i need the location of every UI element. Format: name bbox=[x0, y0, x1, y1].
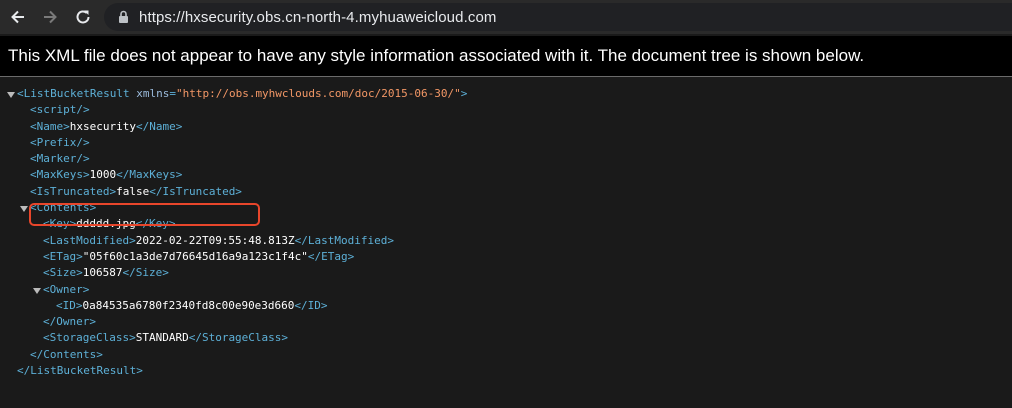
forward-button[interactable] bbox=[38, 5, 62, 29]
xml-row-contents-close: </Contents> bbox=[30, 347, 103, 361]
xml-row-istruncated: <IsTruncated>false</IsTruncated> bbox=[30, 184, 242, 198]
xml-row-lastmodified: <LastModified>2022-02-22T09:55:48.813Z</… bbox=[43, 233, 395, 247]
xml-row-id: <ID>0a84535a6780f2340fd8c00e90e3d660</ID… bbox=[56, 298, 328, 312]
xml-row-marker: <Marker/> bbox=[30, 152, 90, 166]
reload-icon bbox=[76, 10, 90, 24]
xml-row-storageclass: <StorageClass>STANDARD</StorageClass> bbox=[43, 331, 289, 345]
key-highlight-box bbox=[29, 203, 260, 226]
xml-row-size: <Size>106587</Size> bbox=[43, 266, 169, 280]
xml-row-prefix: <Prefix/> bbox=[30, 135, 90, 149]
xml-tree: <ListBucketResult xmlns="http://obs.myhw… bbox=[0, 86, 467, 379]
back-button[interactable] bbox=[6, 5, 30, 29]
collapse-triangle-icon[interactable] bbox=[20, 206, 28, 213]
url-text: https://hxsecurity.obs.cn-north-4.myhuaw… bbox=[139, 8, 497, 26]
xml-row-name: <Name>hxsecurity</Name> bbox=[30, 119, 183, 133]
collapse-triangle-icon[interactable] bbox=[33, 287, 41, 294]
xml-row-owner-open: <Owner> bbox=[0, 282, 467, 298]
xml-row-owner-close: </Owner> bbox=[43, 315, 96, 329]
browser-toolbar: https://hxsecurity.obs.cn-north-4.myhuaw… bbox=[0, 0, 1012, 35]
reload-button[interactable] bbox=[71, 5, 95, 29]
address-bar[interactable]: https://hxsecurity.obs.cn-north-4.myhuaw… bbox=[104, 3, 1012, 31]
lock-icon bbox=[118, 10, 129, 24]
xml-style-notice: This XML file does not appear to have an… bbox=[0, 36, 1012, 76]
collapse-triangle-icon[interactable] bbox=[7, 92, 15, 98]
xml-row-root-open: <ListBucketResult xmlns="http://obs.myhw… bbox=[0, 86, 467, 102]
back-arrow-icon bbox=[11, 10, 24, 24]
forward-arrow-icon bbox=[44, 10, 57, 24]
notice-divider bbox=[0, 76, 1012, 77]
xml-row-maxkeys: <MaxKeys>1000</MaxKeys> bbox=[30, 168, 183, 182]
xml-row-etag: <ETag>"05f60c1a3de7d76645d16a9a123c1f4c"… bbox=[43, 249, 355, 263]
xml-row-script: <script/> bbox=[30, 103, 90, 117]
xml-row-root-close: </ListBucketResult> bbox=[17, 364, 143, 378]
